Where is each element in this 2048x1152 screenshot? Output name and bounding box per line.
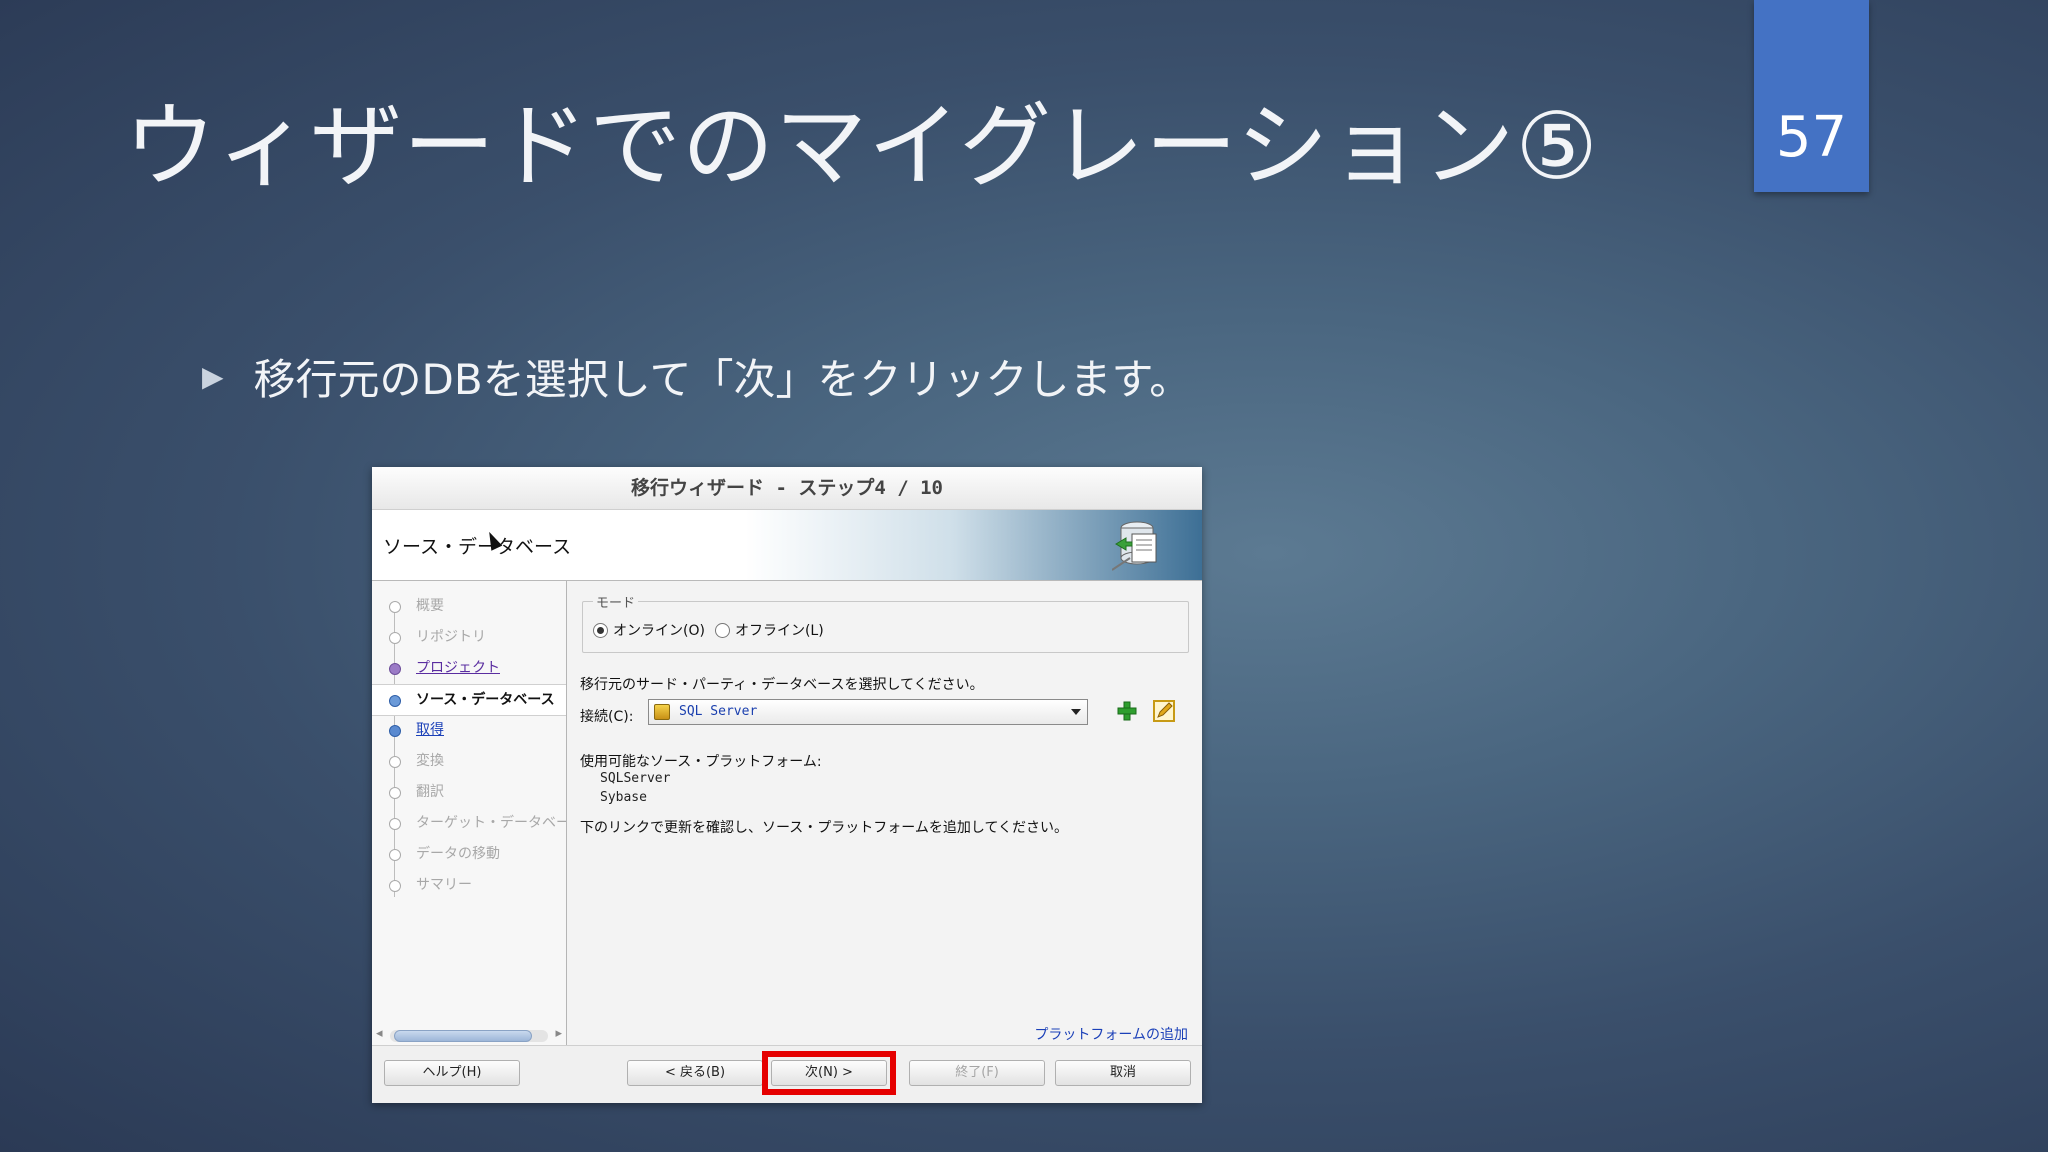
step-label: リポジトリ (416, 629, 486, 645)
scroll-thumb[interactable] (394, 1030, 532, 1042)
mode-legend: モード (593, 592, 639, 611)
next-button-highlight (762, 1051, 896, 1095)
step-label: ターゲット・データベース (416, 815, 566, 831)
sidebar-horizontal-scrollbar[interactable]: ◂ ▸ (376, 1024, 562, 1046)
step-convert: 変換 (372, 746, 566, 776)
step-move-data: データの移動 (372, 839, 566, 869)
step-label: サマリー (416, 877, 472, 893)
connection-value: SQL Server (679, 704, 758, 719)
wizard-steps-sidebar: 概要 リポジトリ プロジェクト ソース・データベース 取得 変換 翻訳 ターゲッ… (372, 581, 567, 1046)
mode-group: モード オンライン(O) オフライン(L) (582, 592, 1189, 653)
step-node-icon (389, 880, 401, 892)
step-target-database: ターゲット・データベース (372, 808, 566, 838)
step-source-database[interactable]: ソース・データベース (372, 684, 566, 716)
online-radio[interactable] (593, 622, 608, 638)
bullet-text: 移行元のDBを選択して「次」をクリックします。 (253, 355, 1192, 404)
back-button[interactable]: < 戻る(B) (627, 1060, 763, 1086)
online-radio-label[interactable]: オンライン(O) (613, 620, 705, 640)
step-label: プロジェクト (416, 660, 500, 676)
step-label: 概要 (416, 598, 444, 614)
mode-radio-row: オンライン(O) オフライン(L) (593, 620, 834, 640)
platform-item: Sybase (600, 790, 647, 805)
database-migration-icon (1112, 521, 1157, 571)
page-number-box: 57 (1754, 0, 1869, 192)
step-summary: サマリー (372, 870, 566, 900)
step-capture[interactable]: 取得 (372, 715, 566, 745)
wizard-header-title: ソース・データベース (383, 536, 572, 558)
offline-radio[interactable] (714, 622, 730, 638)
cancel-button[interactable]: 取消 (1055, 1060, 1191, 1086)
add-connection-icon[interactable] (1116, 700, 1138, 722)
step-node-icon (389, 695, 401, 707)
step-node-icon (389, 725, 401, 737)
slide-title: ウィザードでのマイグレーション⑤ (124, 93, 1599, 200)
connection-label: 接続(C): (580, 709, 634, 725)
add-platform-link[interactable]: プラットフォームの追加 (1034, 1024, 1188, 1044)
edit-connection-icon[interactable] (1152, 699, 1176, 723)
triangle-bullet-icon: ▶ (202, 360, 224, 393)
platforms-label: 使用可能なソース・プラットフォーム: (580, 754, 822, 770)
bullet-row: ▶ 移行元のDBを選択して「次」をクリックします。 (202, 346, 1191, 407)
step-label: 変換 (416, 753, 444, 769)
step-node-icon (389, 663, 401, 675)
scroll-right-icon[interactable]: ▸ (555, 1026, 562, 1041)
wizard-titlebar: 移行ウィザード - ステップ4 / 10 (372, 467, 1202, 510)
scroll-left-icon[interactable]: ◂ (376, 1026, 383, 1041)
instruction-text: 移行元のサード・パーティ・データベースを選択してください。 (580, 677, 984, 693)
wizard-main-panel: モード オンライン(O) オフライン(L) 移行元のサード・パーティ・データベー… (568, 581, 1202, 1046)
step-label: データの移動 (416, 846, 500, 862)
step-node-icon (389, 818, 401, 830)
step-overview: 概要 (372, 591, 566, 621)
database-icon (654, 704, 670, 720)
step-node-icon (389, 601, 401, 613)
wizard-footer: ヘルプ(H) < 戻る(B) 次(N) > 終了(F) 取消 (372, 1045, 1202, 1103)
step-repository: リポジトリ (372, 622, 566, 652)
step-node-icon (389, 756, 401, 768)
offline-radio-label[interactable]: オフライン(L) (735, 620, 824, 640)
help-button[interactable]: ヘルプ(H) (384, 1060, 520, 1086)
finish-button: 終了(F) (909, 1060, 1045, 1086)
chevron-down-icon[interactable] (1071, 709, 1081, 715)
update-instruction-text: 下のリンクで更新を確認し、ソース・プラットフォームを追加してください。 (580, 820, 1069, 836)
wizard-header: ソース・データベース (372, 510, 1202, 581)
step-node-icon (389, 632, 401, 644)
step-label: ソース・データベース (416, 692, 555, 708)
step-node-icon (389, 787, 401, 799)
page-number: 57 (1775, 105, 1848, 170)
step-project[interactable]: プロジェクト (372, 653, 566, 683)
connection-select[interactable]: SQL Server (648, 699, 1088, 725)
platform-item: SQLServer (600, 771, 671, 786)
step-label: 翻訳 (416, 784, 444, 800)
step-translate: 翻訳 (372, 777, 566, 807)
step-node-icon (389, 849, 401, 861)
step-label: 取得 (416, 722, 444, 738)
migration-wizard-window: 移行ウィザード - ステップ4 / 10 ソース・データベース 概要 リポジトリ (372, 467, 1202, 1103)
